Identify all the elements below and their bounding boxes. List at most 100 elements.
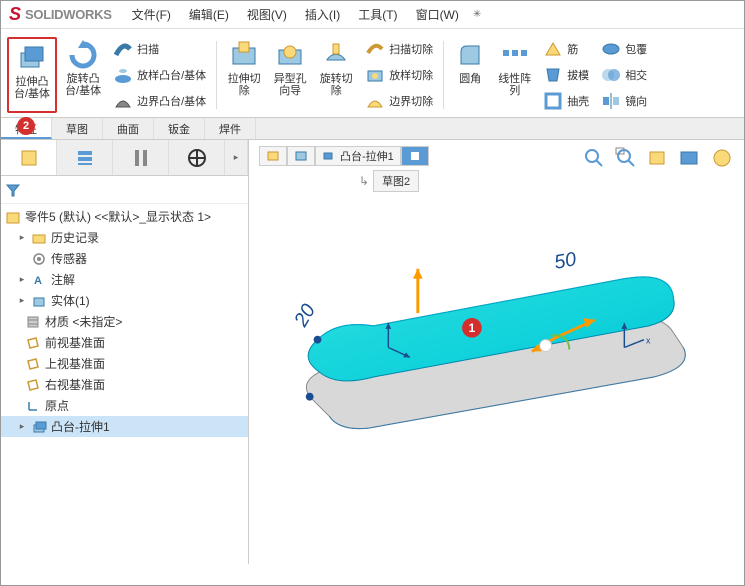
menu-edit[interactable]: 编辑(E) <box>181 3 237 26</box>
extrude-boss-button[interactable]: 拉伸凸 台/基体 <box>10 40 54 102</box>
tree-label: 右视基准面 <box>45 376 105 393</box>
tab-sheetmetal[interactable]: 钣金 <box>154 118 205 139</box>
body-icon <box>31 293 47 309</box>
badge-2: 2 <box>17 117 35 135</box>
tree-root[interactable]: 零件5 (默认) <<默认>_显示状态 1> <box>1 206 248 227</box>
sweep-label: 扫描 <box>137 44 159 56</box>
graphics-viewport[interactable]: 凸台-拉伸1 ↳ 草图2 <box>249 140 744 564</box>
rib-label: 筋 <box>567 44 578 56</box>
sweep-button[interactable]: 扫描 <box>109 37 210 61</box>
breadcrumb: 凸台-拉伸1 <box>259 146 429 166</box>
tab-sketch[interactable]: 草图 <box>52 118 103 139</box>
menu-tools[interactable]: 工具(T) <box>350 3 405 26</box>
view-orient-button[interactable] <box>644 144 672 172</box>
origin-icon <box>25 398 41 414</box>
sweep-icon <box>113 39 133 59</box>
fillet-button[interactable]: 圆角 <box>450 37 490 113</box>
mirror-button[interactable]: 镜向 <box>597 89 651 113</box>
tree-item-material[interactable]: 材质 <未指定> <box>1 311 248 332</box>
appearance-button[interactable] <box>708 144 736 172</box>
sensor-icon <box>31 251 47 267</box>
loft-label: 放样凸台/基体 <box>137 70 206 82</box>
tree-item-front-plane[interactable]: 前视基准面 <box>1 332 248 353</box>
zoom-fit-button[interactable] <box>580 144 608 172</box>
tree-item-annotations[interactable]: ▸ A 注解 <box>1 269 248 290</box>
shell-button[interactable]: 抽壳 <box>539 89 593 113</box>
tree-item-sensors[interactable]: 传感器 <box>1 248 248 269</box>
tree-item-right-plane[interactable]: 右视基准面 <box>1 374 248 395</box>
app-name: SOLIDWORKS <box>25 7 112 22</box>
menu-more-icon[interactable]: ✳ <box>473 9 481 20</box>
svg-text:A: A <box>34 275 42 287</box>
panel-tab-config[interactable] <box>113 140 169 175</box>
boundary-cut-button[interactable]: 边界切除 <box>361 89 437 113</box>
revolve-cut-button[interactable]: 旋转切 除 <box>315 37 357 113</box>
model-svg: 50 20 <box>259 200 734 554</box>
plane-icon <box>25 335 41 351</box>
panel-tab-more[interactable]: ▸ <box>225 140 248 175</box>
revolve-boss-label: 旋转凸 台/基体 <box>65 73 101 97</box>
menu-view[interactable]: 视图(V) <box>239 3 295 26</box>
intersect-label: 相交 <box>625 70 647 82</box>
hole-wizard-button[interactable]: 异型孔 向导 <box>269 37 311 113</box>
linear-pattern-button[interactable]: 线性阵 列 <box>494 37 535 113</box>
tree-item-extrude1[interactable]: ▸ 凸台-拉伸1 <box>1 416 248 437</box>
boundary-button[interactable]: 边界凸台/基体 <box>109 89 210 113</box>
sweep-cut-button[interactable]: 扫描切除 <box>361 37 437 61</box>
menubar: S SOLIDWORKS 文件(F) 编辑(E) 视图(V) 插入(I) 工具(… <box>1 1 744 29</box>
expand-icon[interactable]: ▸ <box>17 274 27 285</box>
hole-wizard-icon <box>274 39 306 71</box>
expand-icon[interactable]: ▸ <box>17 421 27 432</box>
ribbon: 拉伸凸 台/基体 2 旋转凸 台/基体 扫描 放样凸台/基体 边界凸台/基体 拉… <box>1 29 744 118</box>
bc-end[interactable] <box>401 146 429 166</box>
model-area: 50 20 <box>259 200 734 554</box>
menu-file[interactable]: 文件(F) <box>124 3 179 26</box>
extrude-boss-icon <box>16 42 48 74</box>
revolve-boss-button[interactable]: 旋转凸 台/基体 <box>61 37 105 113</box>
draft-button[interactable]: 拔模 <box>539 63 593 87</box>
intersect-button[interactable]: 相交 <box>597 63 651 87</box>
panel-tab-property[interactable] <box>57 140 113 175</box>
bc-history[interactable] <box>287 146 315 166</box>
tree-item-history[interactable]: ▸ 历史记录 <box>1 227 248 248</box>
tree-label: 上视基准面 <box>45 355 105 372</box>
menu-window[interactable]: 窗口(W) <box>408 3 467 26</box>
zoom-area-button[interactable] <box>612 144 640 172</box>
shell-label: 抽壳 <box>567 96 589 108</box>
tree-label: 实体(1) <box>51 292 90 309</box>
revolve-cut-label: 旋转切 除 <box>320 73 353 97</box>
rib-button[interactable]: 筋 <box>539 37 593 61</box>
expand-icon[interactable]: ▸ <box>17 295 27 306</box>
panel-tab-tree[interactable] <box>1 140 57 175</box>
extrude-cut-button[interactable]: 拉伸切 除 <box>223 37 265 113</box>
loft-cut-button[interactable]: 放样切除 <box>361 63 437 87</box>
tree-label: 前视基准面 <box>45 334 105 351</box>
filter-icon[interactable] <box>5 182 21 198</box>
tree-item-origin[interactable]: 原点 <box>1 395 248 416</box>
app-logo: S SOLIDWORKS <box>9 4 112 25</box>
bc-part[interactable] <box>259 146 287 166</box>
display-style-button[interactable] <box>676 144 704 172</box>
draft-icon <box>543 65 563 85</box>
expand-icon[interactable]: ▸ <box>17 232 27 243</box>
plane-icon <box>25 356 41 372</box>
loft-button[interactable]: 放样凸台/基体 <box>109 63 210 87</box>
extrude-cut-label: 拉伸切 除 <box>228 73 261 97</box>
material-icon <box>25 314 41 330</box>
wrap-button[interactable]: 包覆 <box>597 37 651 61</box>
sweep-cut-label: 扫描切除 <box>389 44 433 56</box>
tab-surface[interactable]: 曲面 <box>103 118 154 139</box>
tree-item-top-plane[interactable]: 上视基准面 <box>1 353 248 374</box>
tree-item-bodies[interactable]: ▸ 实体(1) <box>1 290 248 311</box>
panel-tab-dimx[interactable] <box>169 140 225 175</box>
part-icon <box>5 209 21 225</box>
bc-sketch[interactable]: 草图2 <box>373 170 419 192</box>
linear-pattern-label: 线性阵 列 <box>498 73 531 97</box>
wrap-icon <box>601 39 621 59</box>
menu-insert[interactable]: 插入(I) <box>297 3 348 26</box>
boundary-cut-label: 边界切除 <box>389 96 433 108</box>
bc-feature[interactable]: 凸台-拉伸1 <box>315 146 401 166</box>
breadcrumb-sub: ↳ 草图2 <box>359 170 419 192</box>
tab-weldment[interactable]: 焊件 <box>205 118 256 139</box>
sub-arrow-icon: ↳ <box>359 174 369 188</box>
